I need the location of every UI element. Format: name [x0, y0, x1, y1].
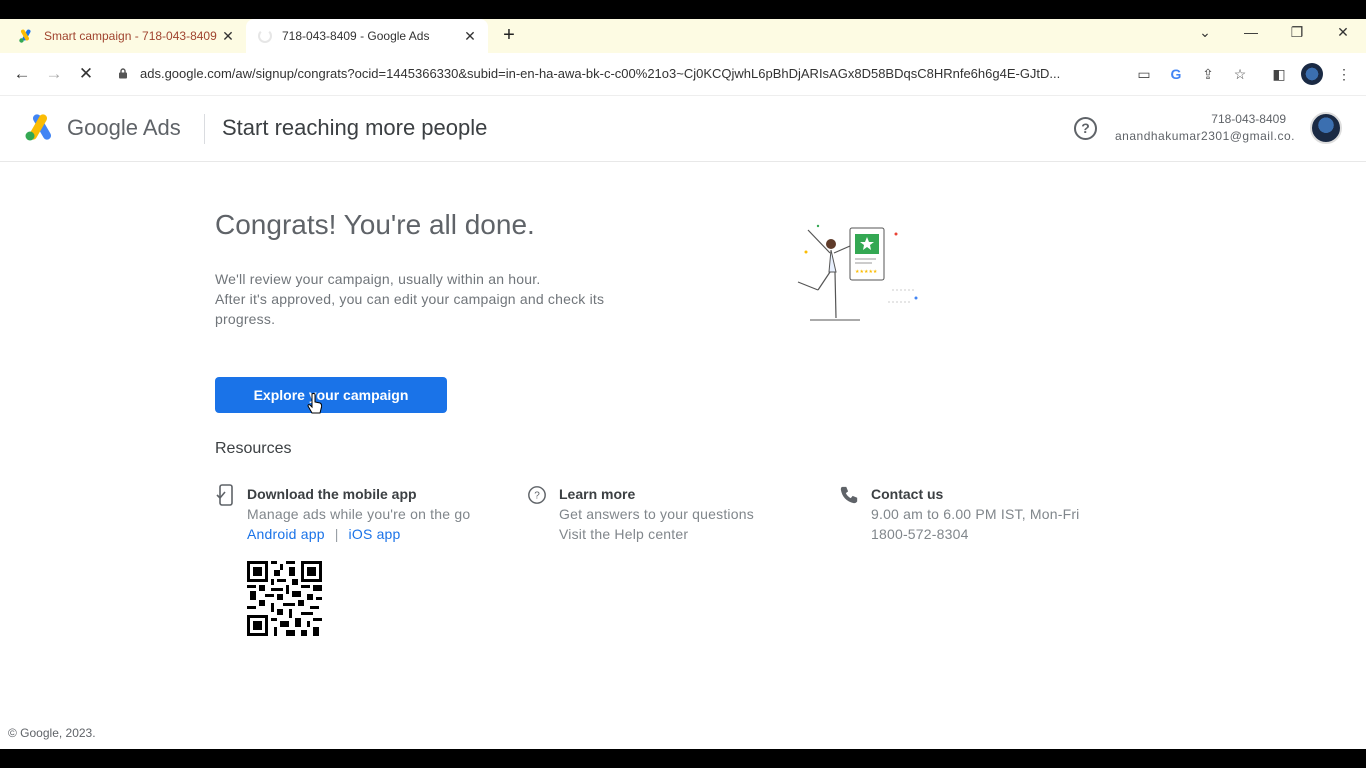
qr-code-icon[interactable]	[247, 561, 322, 636]
tab-title: 718-043-8409 - Google Ads	[282, 29, 430, 43]
resource-desc: Get answers to your questions	[559, 506, 754, 522]
lock-icon	[119, 68, 127, 79]
top-letterbox	[0, 0, 1366, 19]
congrats-heading: Congrats! You're all done.	[215, 209, 535, 240]
brand-name: Google Ads	[67, 115, 181, 140]
address-bar: ← → ✕ ads.google.com/aw/signup/congrats?…	[0, 53, 1366, 96]
tab-google-ads[interactable]: 718-043-8409 - Google Ads ✕	[246, 19, 488, 53]
url-field[interactable]: ads.google.com/aw/signup/congrats?ocid=1…	[118, 66, 1118, 81]
tab-smart-campaign[interactable]: Smart campaign - 718-043-8409 ✕	[0, 19, 246, 53]
resource-title: Contact us	[871, 486, 944, 502]
resources-heading: Resources	[215, 440, 292, 457]
account-number: 718-043-8409	[1211, 112, 1286, 126]
side-panel-icon[interactable]: ◧	[1270, 65, 1288, 83]
minimize-icon[interactable]: —	[1239, 24, 1263, 44]
share-icon[interactable]: ⇪	[1199, 65, 1217, 83]
phone-check-icon	[216, 484, 233, 506]
close-tab-icon[interactable]: ✕	[218, 28, 238, 45]
forward-arrow-icon[interactable]: →	[44, 64, 64, 84]
tab-strip: Smart campaign - 718-043-8409 ✕ 718-043-…	[0, 19, 1366, 53]
message-line-2: After it's approved, you can edit your c…	[215, 291, 605, 327]
profile-icon[interactable]	[1301, 63, 1323, 85]
account-email: anandhakumar2301@gmail.co...	[1115, 129, 1295, 143]
contact-hours: 9.00 am to 6.00 PM IST, Mon-Fri	[871, 506, 1080, 522]
contact-phone: 1800-572-8304	[871, 526, 969, 542]
app-links: Android app | iOS app	[247, 526, 401, 542]
review-message: We'll review your campaign, usually with…	[215, 269, 615, 329]
tab-title: Smart campaign - 718-043-8409	[44, 29, 217, 43]
svg-text:?: ?	[534, 491, 540, 502]
cast-icon[interactable]: ▭	[1135, 65, 1153, 83]
loading-spinner-icon	[258, 29, 272, 43]
phone-icon	[840, 486, 858, 504]
close-tab-icon[interactable]: ✕	[460, 28, 480, 45]
celebration-illustration-icon: ★★★★★	[797, 224, 918, 321]
app-header: Google Ads Start reaching more people ? …	[0, 96, 1366, 162]
hand-cursor-icon	[307, 393, 323, 414]
link-separator: |	[334, 526, 339, 542]
resource-desc: Manage ads while you're on the go	[247, 506, 471, 522]
header-divider	[204, 114, 205, 144]
close-window-icon[interactable]: ✕	[1331, 24, 1355, 44]
new-tab-button[interactable]: +	[499, 25, 519, 45]
page-title: Start reaching more people	[222, 115, 488, 140]
copyright: © Google, 2023.	[8, 726, 96, 740]
ios-app-link[interactable]: iOS app	[349, 526, 401, 542]
help-icon[interactable]: ?	[1074, 117, 1097, 140]
help-circle-icon: ?	[528, 486, 546, 504]
back-arrow-icon[interactable]: ←	[12, 64, 32, 84]
resource-title: Download the mobile app	[247, 486, 417, 502]
android-app-link[interactable]: Android app	[247, 526, 325, 542]
message-line-1: We'll review your campaign, usually with…	[215, 271, 541, 287]
explore-campaign-button[interactable]: Explore your campaign	[215, 377, 447, 413]
help-center-link[interactable]: Visit the Help center	[559, 526, 688, 542]
more-menu-icon[interactable]: ⋮	[1335, 65, 1353, 83]
google-ads-logo-icon	[25, 114, 51, 141]
screen: Smart campaign - 718-043-8409 ✕ 718-043-…	[0, 0, 1366, 768]
stop-loading-icon[interactable]: ✕	[76, 64, 96, 84]
tab-search-icon[interactable]: ⌄	[1193, 24, 1217, 44]
url-text: ads.google.com/aw/signup/congrats?ocid=1…	[140, 66, 1061, 81]
avatar[interactable]	[1310, 112, 1342, 144]
restore-icon[interactable]: ❐	[1285, 24, 1309, 44]
resource-title: Learn more	[559, 486, 636, 502]
svg-text:★★★★★: ★★★★★	[855, 269, 878, 275]
google-ads-favicon-icon	[18, 28, 34, 44]
main-content: Congrats! You're all done. We'll review …	[0, 162, 1366, 749]
bottom-letterbox	[0, 749, 1366, 768]
bookmark-star-icon[interactable]: ☆	[1231, 65, 1249, 83]
google-lens-icon[interactable]: G	[1167, 65, 1185, 83]
